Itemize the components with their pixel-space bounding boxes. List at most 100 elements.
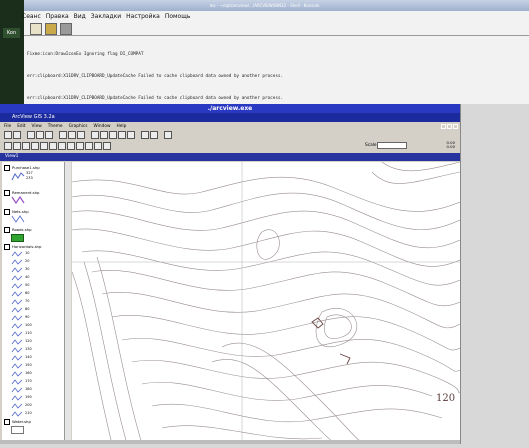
line-symbol-icon: [11, 403, 23, 409]
menu-edit[interactable]: Правка: [46, 12, 69, 22]
fill-symbol-icon: [11, 234, 24, 242]
menu-settings[interactable]: Настройка: [126, 12, 160, 22]
text-tool-icon[interactable]: [94, 142, 102, 150]
arcview-titlebar: ArcView GIS 3.2a: [0, 113, 460, 122]
terminal-icon[interactable]: [45, 23, 57, 35]
menu-bookmarks[interactable]: Закладки: [91, 12, 121, 22]
find-icon[interactable]: [59, 131, 67, 139]
save-icon[interactable]: [4, 131, 12, 139]
legend-class-label: 160: [25, 371, 32, 375]
legend-class-label: 100: [25, 323, 32, 327]
theme-checkbox[interactable]: [4, 209, 10, 215]
legend-class-label: 90: [25, 315, 30, 319]
legend-class-label: 60: [25, 291, 30, 295]
clear-select-icon[interactable]: [150, 131, 158, 139]
legend-theme[interactable]: Horizontals.shp: [4, 244, 41, 250]
zoom-out-tool-icon[interactable]: [49, 142, 57, 150]
tool-bar: [4, 142, 111, 150]
menu-help[interactable]: Help: [117, 123, 127, 130]
legend-class-label: 10: [25, 251, 30, 255]
locate-icon[interactable]: [68, 131, 76, 139]
contour-map: [71, 161, 461, 445]
map-canvas[interactable]: [71, 161, 461, 445]
legend-class-label: 20: [25, 259, 30, 263]
menu-edit[interactable]: Edit: [17, 123, 25, 130]
button-bar: [4, 131, 172, 139]
arcview-window: ./arcview.exe ArcView GIS 3.2a File Edit…: [0, 104, 461, 445]
legend-class-label: 210: [25, 411, 32, 415]
legend-class-label: 110: [25, 331, 32, 335]
legend-class-label: 170: [25, 379, 32, 383]
legend-class-label: 150: [25, 363, 32, 367]
konsole-tab[interactable]: Kon: [3, 28, 20, 38]
line-symbol-icon: [11, 371, 23, 377]
maximize-icon[interactable]: [447, 124, 452, 129]
vertex-edit-icon[interactable]: [22, 142, 30, 150]
line-symbol-icon: [11, 251, 23, 257]
line-symbol-icon: [11, 331, 23, 337]
line-symbol-icon: [11, 172, 25, 181]
konsole-window: mc - ~/opt/arcview/.../ARCVIEW/BIN32 - S…: [0, 0, 529, 209]
theme-checkbox[interactable]: [4, 227, 10, 233]
legend-class-label: 130: [25, 347, 32, 351]
close-session-icon[interactable]: [60, 23, 72, 35]
table-icon[interactable]: [45, 131, 53, 139]
theme-props-icon[interactable]: [27, 131, 35, 139]
menu-window[interactable]: Window: [94, 123, 111, 130]
line-symbol-icon: [11, 379, 23, 385]
legend-class-label: 120: [25, 339, 32, 343]
help-icon[interactable]: [164, 131, 172, 139]
menu-session[interactable]: Сеанс: [22, 12, 41, 22]
menu-theme[interactable]: Theme: [48, 123, 63, 130]
konsole-menubar: Сеанс Правка Вид Закладки Настройка Помо…: [22, 12, 190, 22]
menu-file[interactable]: File: [4, 123, 11, 130]
select-feature-icon[interactable]: [31, 142, 39, 150]
legend-editor-icon[interactable]: [36, 131, 44, 139]
line-symbol-icon: [11, 196, 25, 204]
divider: [24, 35, 529, 36]
query-icon[interactable]: [77, 131, 85, 139]
area-of-interest-icon[interactable]: [85, 142, 93, 150]
zoom-in-icon[interactable]: [118, 131, 126, 139]
zoom-out-icon[interactable]: [127, 131, 135, 139]
theme-checkbox[interactable]: [4, 419, 10, 425]
pan-icon[interactable]: [58, 142, 66, 150]
legend-theme[interactable]: Roads.shp: [4, 227, 32, 233]
draw-tool-icon[interactable]: [103, 142, 111, 150]
window-controls: [440, 114, 458, 133]
measure-icon[interactable]: [67, 142, 75, 150]
line-symbol-icon: [11, 283, 23, 289]
zoom-full-icon[interactable]: [91, 131, 99, 139]
zoom-in-tool-icon[interactable]: [40, 142, 48, 150]
add-theme-icon[interactable]: [13, 131, 21, 139]
scale-input[interactable]: [377, 142, 407, 149]
menu-graphics[interactable]: Graphics: [69, 123, 88, 130]
theme-checkbox[interactable]: [4, 244, 10, 250]
konsole-toolbar: [30, 23, 72, 35]
theme-checkbox[interactable]: [4, 165, 10, 171]
terminal-line: err:clipboard:X11DRV_CLIPBOARD_UpdateCac…: [27, 95, 284, 101]
hotlink-icon[interactable]: [76, 142, 84, 150]
legend-class-label: 40: [25, 275, 30, 279]
theme-checkbox[interactable]: [4, 190, 10, 196]
line-symbol-icon: [11, 411, 23, 417]
pointer-icon[interactable]: [13, 142, 21, 150]
minimize-icon[interactable]: [441, 124, 446, 129]
close-icon[interactable]: [453, 124, 458, 129]
menu-help[interactable]: Помощь: [165, 12, 191, 22]
table-of-contents[interactable]: Purchase1.shp 327 233 Remanent.shp Nets.…: [2, 162, 65, 444]
zoom-selected-icon[interactable]: [109, 131, 117, 139]
menu-view[interactable]: Вид: [74, 12, 86, 22]
legend-theme[interactable]: Water.shp: [4, 419, 31, 425]
line-symbol-icon: [11, 339, 23, 345]
select-all-icon[interactable]: [141, 131, 149, 139]
contour-label: 120: [436, 393, 456, 404]
menu-view[interactable]: View: [32, 123, 42, 130]
konsole-titlebar: mc - ~/opt/arcview/.../ARCVIEW/BIN32 - S…: [0, 0, 529, 11]
zoom-active-icon[interactable]: [100, 131, 108, 139]
new-session-icon[interactable]: [30, 23, 42, 35]
fill-symbol-icon: [11, 426, 24, 434]
legend-scrollbar[interactable]: [64, 162, 71, 444]
line-symbol-icon: [11, 363, 23, 369]
identify-icon[interactable]: [4, 142, 12, 150]
